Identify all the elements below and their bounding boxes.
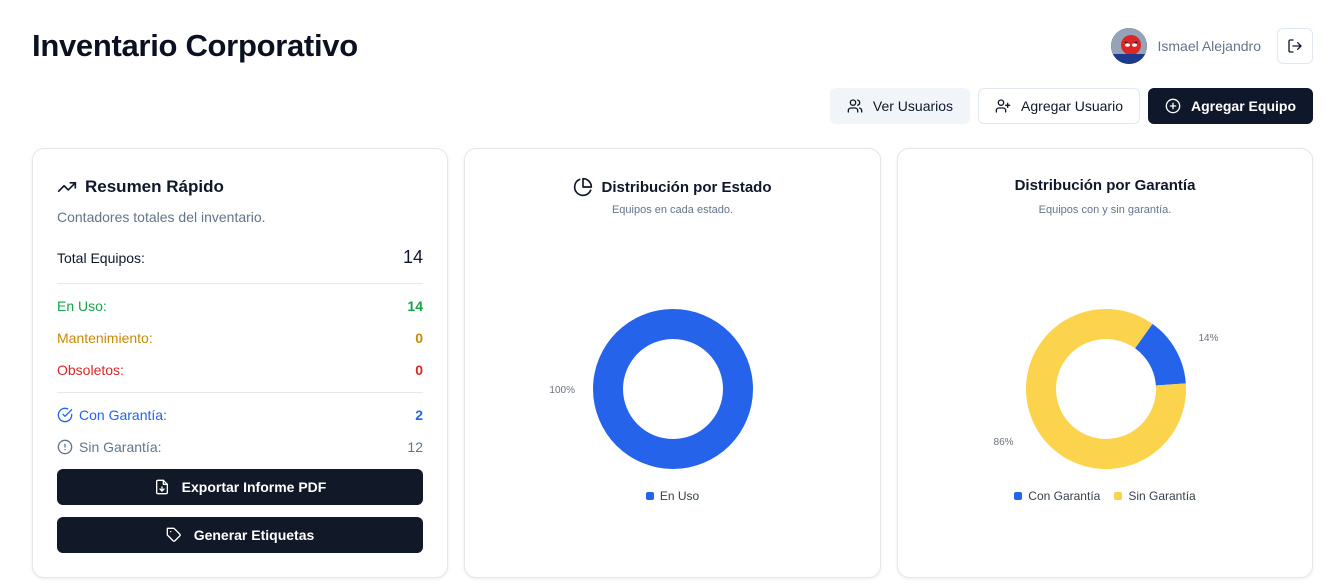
warranty-donut-chart: 14% 86% <box>994 309 1219 469</box>
add-user-button[interactable]: Agregar Usuario <box>978 88 1140 124</box>
warranty-label-wrap: Con Garantía: <box>57 407 167 423</box>
add-equipment-button[interactable]: Agregar Equipo <box>1147 88 1313 124</box>
user-name: Ismael Alejandro <box>1157 38 1261 54</box>
no-warranty-label: Sin Garantía: <box>79 439 162 455</box>
check-circle-icon <box>57 407 73 423</box>
divider <box>57 392 423 393</box>
no-warranty-label-wrap: Sin Garantía: <box>57 439 162 455</box>
legend-item[interactable]: Sin Garantía <box>1114 489 1196 503</box>
legend-item[interactable]: Con Garantía <box>1014 489 1100 503</box>
status-donut-chart: 100% <box>549 309 753 469</box>
warranty-row: Con Garantía: 2 <box>57 407 423 423</box>
legend-label: Con Garantía <box>1028 489 1101 503</box>
legend-label: Sin Garantía <box>1128 489 1196 503</box>
generate-labels-label: Generar Etiquetas <box>193 527 315 543</box>
maintenance-label: Mantenimiento: <box>57 330 153 346</box>
slice-percent-label: 14% <box>1198 333 1218 344</box>
maintenance-row: Mantenimiento: 0 <box>57 330 423 346</box>
warranty-chart-legend: Con Garantía Sin Garantía <box>898 489 1312 503</box>
total-label: Total Equipos: <box>57 249 145 266</box>
in-use-value: 14 <box>407 298 423 314</box>
users-icon <box>847 99 863 113</box>
warranty-chart-card: Distribución por Garantía Equipos con y … <box>897 148 1313 578</box>
obsolete-row: Obsoletos: 0 <box>57 362 423 378</box>
summary-subtitle: Contadores totales del inventario. <box>57 209 266 225</box>
legend-swatch <box>1014 492 1023 500</box>
donut-slice-en-uso[interactable] <box>593 309 753 469</box>
maintenance-value: 0 <box>415 330 423 346</box>
add-equipment-label: Agregar Equipo <box>1190 98 1296 114</box>
summary-title: Resumen Rápido <box>57 177 224 197</box>
total-row: Total Equipos: 14 <box>57 247 423 268</box>
view-users-button[interactable]: Ver Usuarios <box>829 88 971 124</box>
legend-item[interactable]: En Uso <box>645 489 700 503</box>
logout-icon <box>1288 39 1302 53</box>
obsolete-label: Obsoletos: <box>57 362 124 378</box>
generate-labels-button[interactable]: Generar Etiquetas <box>57 517 423 553</box>
summary-card: Resumen Rápido Contadores totales del in… <box>32 148 448 578</box>
total-value: 14 <box>402 247 423 267</box>
summary-title-text: Resumen Rápido <box>85 177 224 196</box>
warranty-value: 2 <box>415 407 423 423</box>
no-warranty-value: 12 <box>407 439 423 455</box>
no-warranty-row: Sin Garantía: 12 <box>57 439 423 455</box>
trending-up-icon <box>57 182 77 192</box>
view-users-label: Ver Usuarios <box>872 98 954 114</box>
add-user-label: Agregar Usuario <box>1021 98 1123 114</box>
obsolete-value: 0 <box>415 362 423 378</box>
file-download-icon <box>155 479 168 495</box>
divider <box>57 283 423 284</box>
legend-swatch <box>1114 492 1123 500</box>
in-use-row: En Uso: 14 <box>57 298 423 314</box>
avatar[interactable] <box>1111 28 1148 64</box>
user-plus-icon <box>995 99 1011 113</box>
header-actions: Ver Usuarios Agregar Usuario Agregar Equ… <box>829 88 1313 124</box>
avatar-image <box>1111 28 1148 64</box>
legend-label: En Uso <box>659 489 700 503</box>
logout-button[interactable] <box>1277 28 1313 64</box>
slice-percent-label: 100% <box>549 385 575 396</box>
tag-icon <box>166 527 181 542</box>
plus-circle-icon <box>1165 98 1181 114</box>
page-title: Inventario Corporativo <box>32 28 358 63</box>
status-chart-legend: En Uso <box>465 489 880 503</box>
legend-swatch <box>645 492 654 500</box>
status-chart-card: Distribución por Estado Equipos en cada … <box>464 148 881 578</box>
export-pdf-label: Exportar Informe PDF <box>181 479 327 495</box>
slice-percent-label: 86% <box>994 437 1014 448</box>
user-area: Ismael Alejandro <box>1111 28 1313 64</box>
warranty-label: Con Garantía: <box>79 407 167 423</box>
export-pdf-button[interactable]: Exportar Informe PDF <box>57 469 423 505</box>
in-use-label: En Uso: <box>57 298 107 314</box>
alert-circle-icon <box>57 439 73 455</box>
